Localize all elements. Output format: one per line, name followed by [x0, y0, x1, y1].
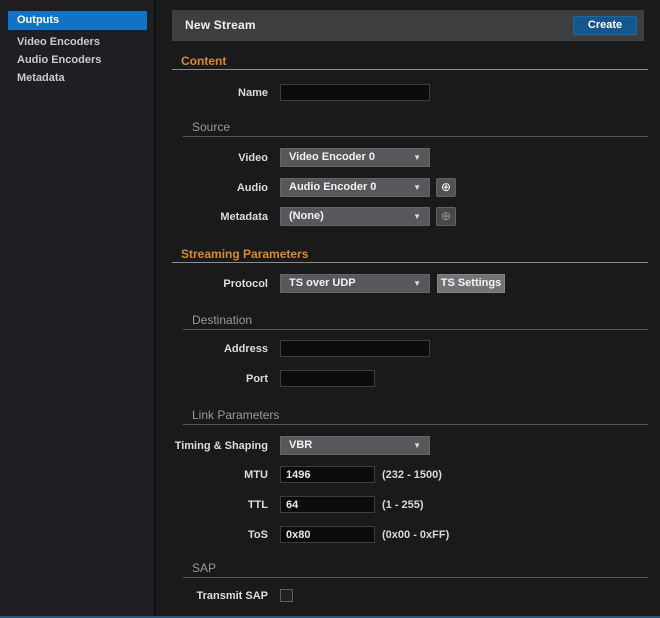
timing-shaping-select[interactable]: VBR ▼	[280, 436, 430, 455]
protocol-select-value: TS over UDP	[289, 277, 356, 289]
divider	[183, 577, 648, 578]
transmit-sap-label: Transmit SAP	[158, 590, 268, 602]
protocol-label: Protocol	[158, 278, 268, 290]
sidebar-item-outputs[interactable]: Outputs	[8, 11, 147, 30]
video-select-value: Video Encoder 0	[289, 151, 375, 163]
ttl-range-hint: (1 - 255)	[382, 499, 424, 511]
ttl-input[interactable]	[280, 496, 375, 513]
create-button[interactable]: Create	[573, 16, 637, 35]
timing-shaping-select-value: VBR	[289, 439, 312, 451]
sidebar-item-video-encoders[interactable]: Video Encoders	[8, 33, 147, 52]
video-select[interactable]: Video Encoder 0 ▼	[280, 148, 430, 167]
add-icon: ⊕	[441, 180, 451, 194]
address-label: Address	[158, 343, 268, 355]
chevron-down-icon: ▼	[413, 149, 421, 166]
sidebar-item-metadata[interactable]: Metadata	[8, 69, 147, 88]
metadata-label: Metadata	[158, 211, 268, 223]
divider	[183, 136, 648, 137]
add-icon: ⊕	[441, 209, 451, 223]
chevron-down-icon: ▼	[413, 275, 421, 292]
port-label: Port	[158, 373, 268, 385]
address-input[interactable]	[280, 340, 430, 357]
transmit-sap-checkbox[interactable]	[280, 589, 293, 602]
video-label: Video	[158, 152, 268, 164]
divider	[183, 329, 648, 330]
section-title-link-parameters: Link Parameters	[192, 408, 279, 422]
add-audio-button[interactable]: ⊕	[436, 178, 456, 197]
mtu-label: MTU	[158, 469, 268, 481]
protocol-select[interactable]: TS over UDP ▼	[280, 274, 430, 293]
divider	[172, 262, 648, 263]
port-input[interactable]	[280, 370, 375, 387]
audio-label: Audio	[158, 182, 268, 194]
section-title-destination: Destination	[192, 313, 252, 327]
chevron-down-icon: ▼	[413, 437, 421, 454]
timing-shaping-label: Timing & Shaping	[158, 440, 268, 452]
name-input[interactable]	[280, 84, 430, 101]
mtu-input[interactable]	[280, 466, 375, 483]
tos-input[interactable]	[280, 526, 375, 543]
section-title-content: Content	[181, 54, 226, 68]
tos-label: ToS	[158, 529, 268, 541]
audio-select[interactable]: Audio Encoder 0 ▼	[280, 178, 430, 197]
section-title-source: Source	[192, 120, 230, 134]
metadata-select[interactable]: (None) ▼	[280, 207, 430, 226]
ts-settings-button[interactable]: TS Settings	[437, 274, 505, 293]
page-title: New Stream	[185, 10, 256, 41]
divider	[172, 69, 648, 70]
metadata-select-value: (None)	[289, 210, 324, 222]
divider	[183, 424, 648, 425]
section-title-sap: SAP	[192, 561, 216, 575]
section-title-streaming-parameters: Streaming Parameters	[181, 247, 308, 261]
add-metadata-button[interactable]: ⊕	[436, 207, 456, 226]
main-panel: New Stream Create Content Name Source Vi…	[158, 0, 660, 618]
chevron-down-icon: ▼	[413, 208, 421, 225]
chevron-down-icon: ▼	[413, 179, 421, 196]
audio-select-value: Audio Encoder 0	[289, 181, 376, 193]
name-label: Name	[158, 87, 268, 99]
tos-range-hint: (0x00 - 0xFF)	[382, 529, 449, 541]
sidebar: Outputs Video Encoders Audio Encoders Me…	[0, 0, 156, 618]
ttl-label: TTL	[158, 499, 268, 511]
mtu-range-hint: (232 - 1500)	[382, 469, 442, 481]
sidebar-item-audio-encoders[interactable]: Audio Encoders	[8, 51, 147, 70]
page-header: New Stream Create	[172, 10, 644, 41]
